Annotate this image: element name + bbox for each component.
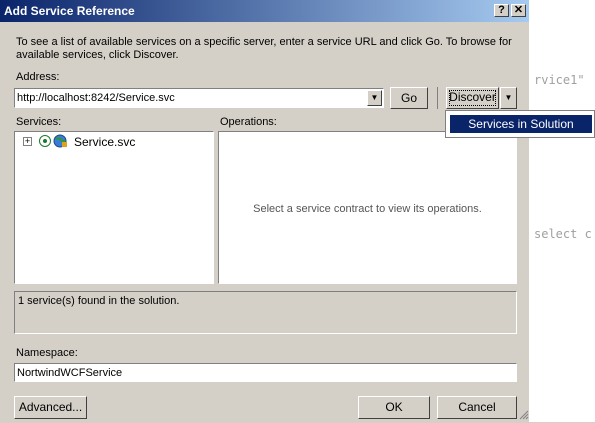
address-input[interactable]: http://localhost:8242/Service.svc (17, 92, 175, 104)
operations-placeholder: Select a service contract to view its op… (253, 203, 482, 215)
operations-label: Operations: (220, 116, 277, 128)
namespace-input[interactable]: NortwindWCFService (17, 367, 122, 379)
chevron-down-icon: ▼ (504, 93, 513, 102)
code-line-1: rvice1" (534, 73, 585, 87)
discover-button[interactable]: Discover (446, 87, 499, 109)
separator (437, 87, 438, 109)
go-label: Go (400, 91, 417, 105)
address-dropdown-button[interactable]: ▼ (367, 90, 382, 106)
status-panel: 1 service(s) found in the solution. (14, 291, 517, 334)
menu-item-services-in-solution[interactable]: Services in Solution (450, 115, 592, 133)
operations-list[interactable]: Select a service contract to view its op… (218, 131, 517, 284)
tree-expand-icon[interactable]: + (23, 137, 32, 146)
advanced-label: Advanced... (18, 400, 83, 414)
services-tree[interactable]: + Service.svc (14, 131, 214, 284)
namespace-label: Namespace: (16, 347, 78, 359)
dialog-title: Add Service Reference (4, 4, 135, 18)
background-code-editor (529, 0, 595, 422)
title-bar: Add Service Reference ? ✕ (0, 0, 529, 22)
resize-grip-icon[interactable] (519, 410, 529, 420)
ok-button[interactable]: OK (358, 396, 430, 419)
instructions-text: To see a list of available services on a… (16, 36, 512, 61)
code-line-2: select c (534, 227, 592, 241)
help-button[interactable]: ? (494, 4, 509, 17)
add-service-reference-dialog: Add Service Reference ? ✕ To see a list … (0, 0, 529, 422)
namespace-field[interactable]: NortwindWCFService (14, 363, 517, 382)
status-text: 1 service(s) found in the solution. (18, 295, 180, 307)
advanced-button[interactable]: Advanced... (14, 396, 87, 419)
service-tree-item[interactable]: Service.svc (74, 135, 135, 149)
address-label: Address: (16, 71, 60, 83)
cancel-label: Cancel (458, 400, 496, 414)
cancel-button[interactable]: Cancel (437, 396, 517, 419)
discover-dropdown-menu: Services in Solution (445, 110, 595, 138)
globe-icon (53, 134, 68, 148)
service-status-icon (39, 135, 51, 147)
services-label: Services: (16, 116, 62, 128)
discover-dropdown-button[interactable]: ▼ (500, 87, 517, 109)
chevron-down-icon: ▼ (370, 93, 379, 102)
ok-label: OK (385, 400, 403, 414)
close-button[interactable]: ✕ (511, 4, 526, 17)
address-combobox[interactable]: http://localhost:8242/Service.svc ▼ (14, 88, 384, 108)
go-button[interactable]: Go (390, 87, 428, 109)
discover-label: Discover (449, 90, 496, 104)
